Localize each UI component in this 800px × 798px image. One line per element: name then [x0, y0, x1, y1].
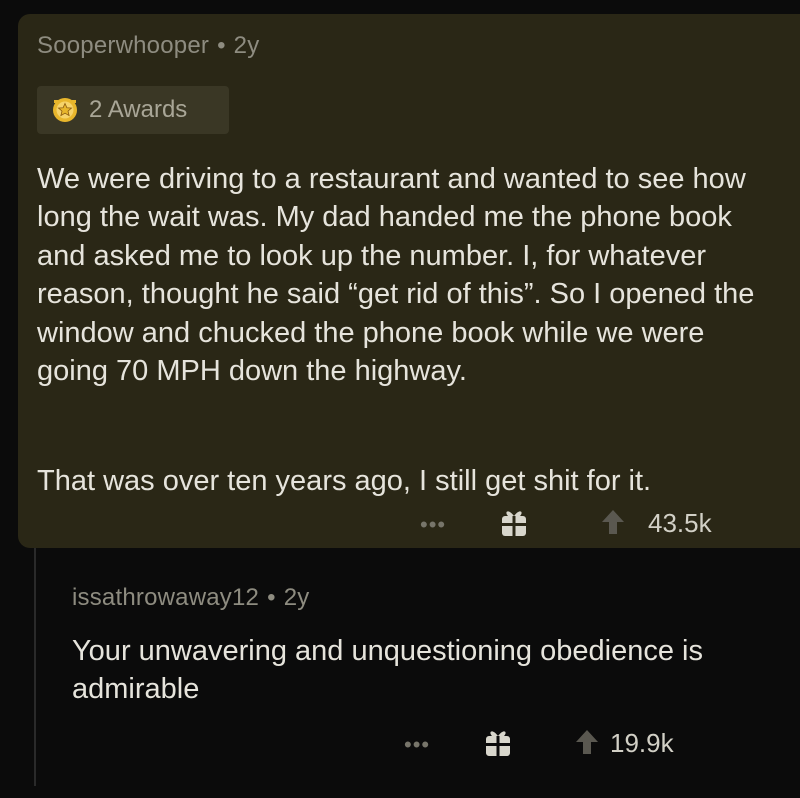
upvote-arrow-icon[interactable]	[600, 508, 626, 541]
comment-body-paragraph-1: We were driving to a restaurant and want…	[37, 163, 755, 388]
reply-author[interactable]: issathrowaway12	[72, 584, 259, 611]
comment-meta: Sooperwhooper • 2y	[37, 32, 259, 60]
reply-comment: issathrowaway12 • 2y Your unwavering and u…	[34, 548, 800, 786]
more-options-icon[interactable]: •••	[404, 732, 430, 758]
more-options-icon[interactable]: •••	[420, 512, 446, 538]
highlighted-comment: Sooperwhooper • 2y 2 Awards We were drivin…	[18, 14, 800, 548]
reply-action-bar: ••• 19.9k	[404, 724, 744, 764]
comment-age: 2y	[233, 32, 260, 59]
meta-separator: •	[267, 584, 276, 611]
vote-score: 19.9k	[610, 728, 674, 758]
awards-badge[interactable]: 2 Awards	[37, 86, 229, 134]
gift-award-icon[interactable]	[484, 726, 512, 763]
awards-label: 2 Awards	[89, 96, 188, 123]
upvote-arrow-icon[interactable]	[574, 728, 600, 761]
reply-meta: issathrowaway12 • 2y	[72, 584, 309, 612]
reply-age: 2y	[283, 584, 310, 611]
comment-thread: Sooperwhooper • 2y 2 Awards We were drivin…	[0, 0, 800, 798]
comment-action-bar: ••• 43.5k	[420, 504, 780, 544]
comment-body-paragraph-2: That was over ten years ago, I still get…	[37, 465, 652, 497]
gift-award-icon[interactable]	[500, 506, 528, 543]
vote-score: 43.5k	[648, 508, 712, 538]
meta-separator: •	[217, 32, 226, 59]
comment-author[interactable]: Sooperwhooper	[37, 32, 209, 59]
award-icon	[51, 96, 79, 124]
reply-body: Your unwavering and unquestioning obedie…	[72, 635, 703, 706]
